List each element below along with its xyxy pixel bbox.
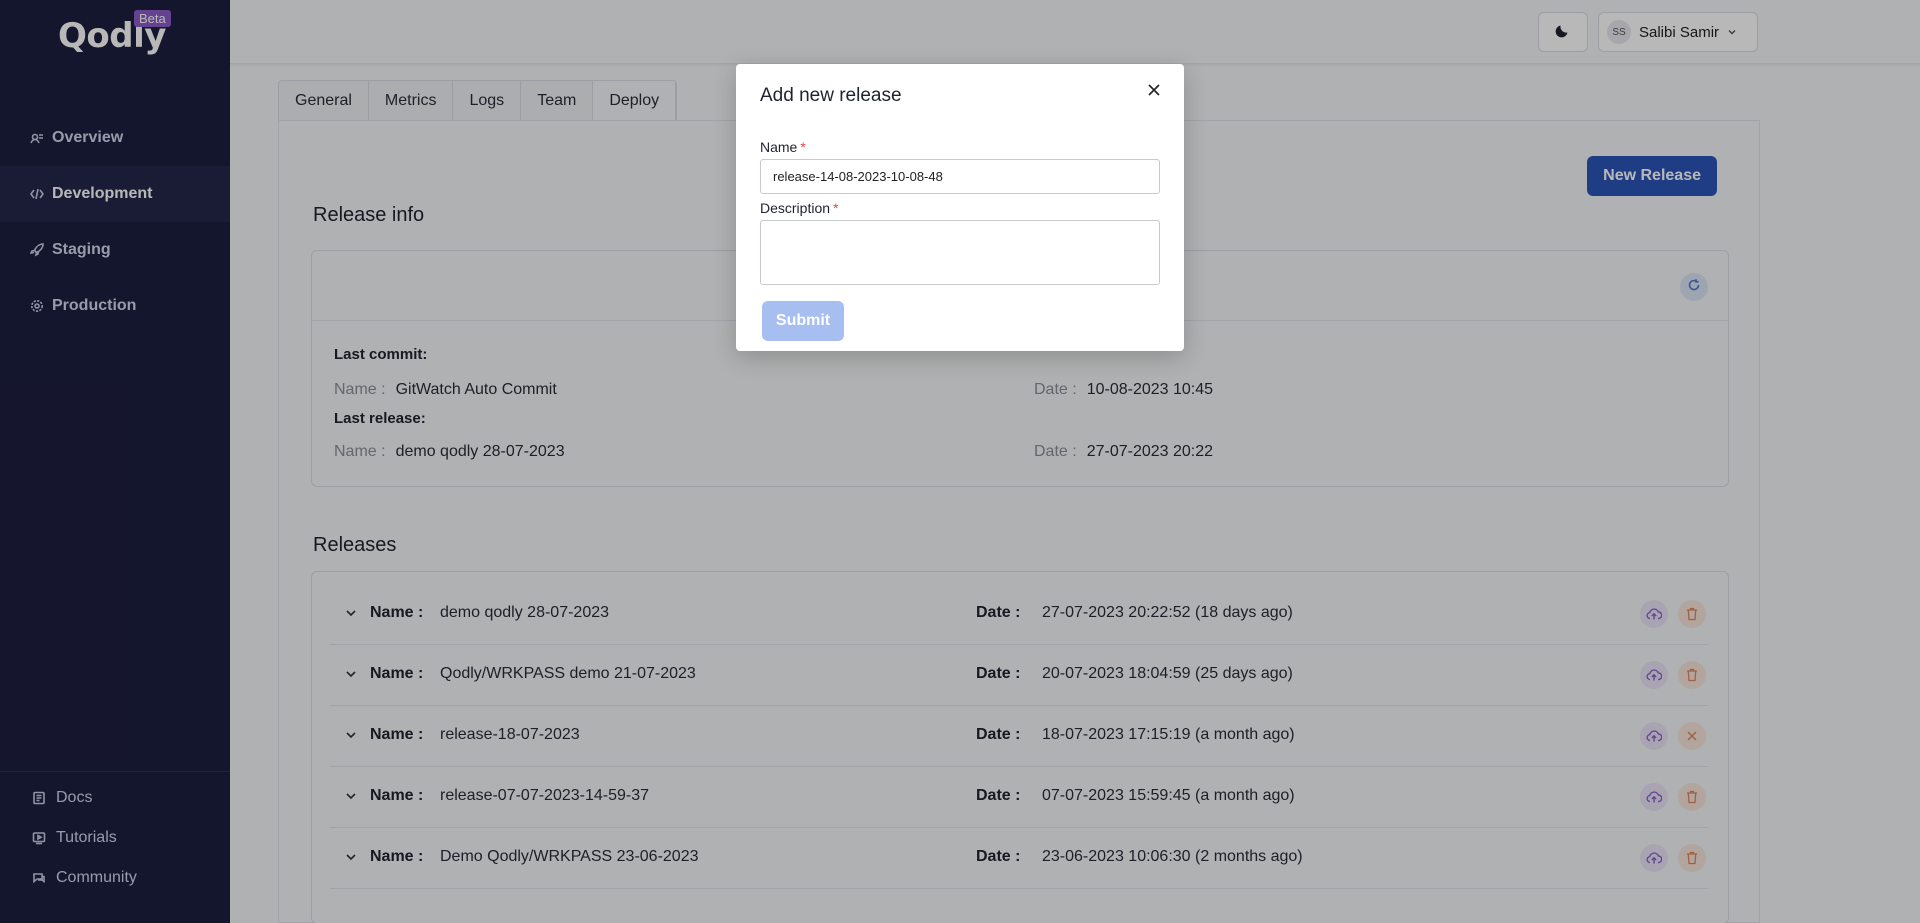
add-release-dialog: Add new release Name* Description* Submi…	[736, 64, 1184, 351]
required-mark: *	[800, 139, 806, 155]
release-description-input[interactable]	[760, 220, 1160, 285]
required-mark: *	[833, 200, 839, 216]
description-field-label: Description *	[760, 200, 839, 216]
dialog-title: Add new release	[760, 85, 902, 106]
release-name-input[interactable]	[760, 159, 1160, 194]
submit-button[interactable]: Submit	[762, 301, 844, 341]
close-icon[interactable]	[1144, 80, 1164, 100]
name-field-label: Name *	[760, 139, 806, 155]
